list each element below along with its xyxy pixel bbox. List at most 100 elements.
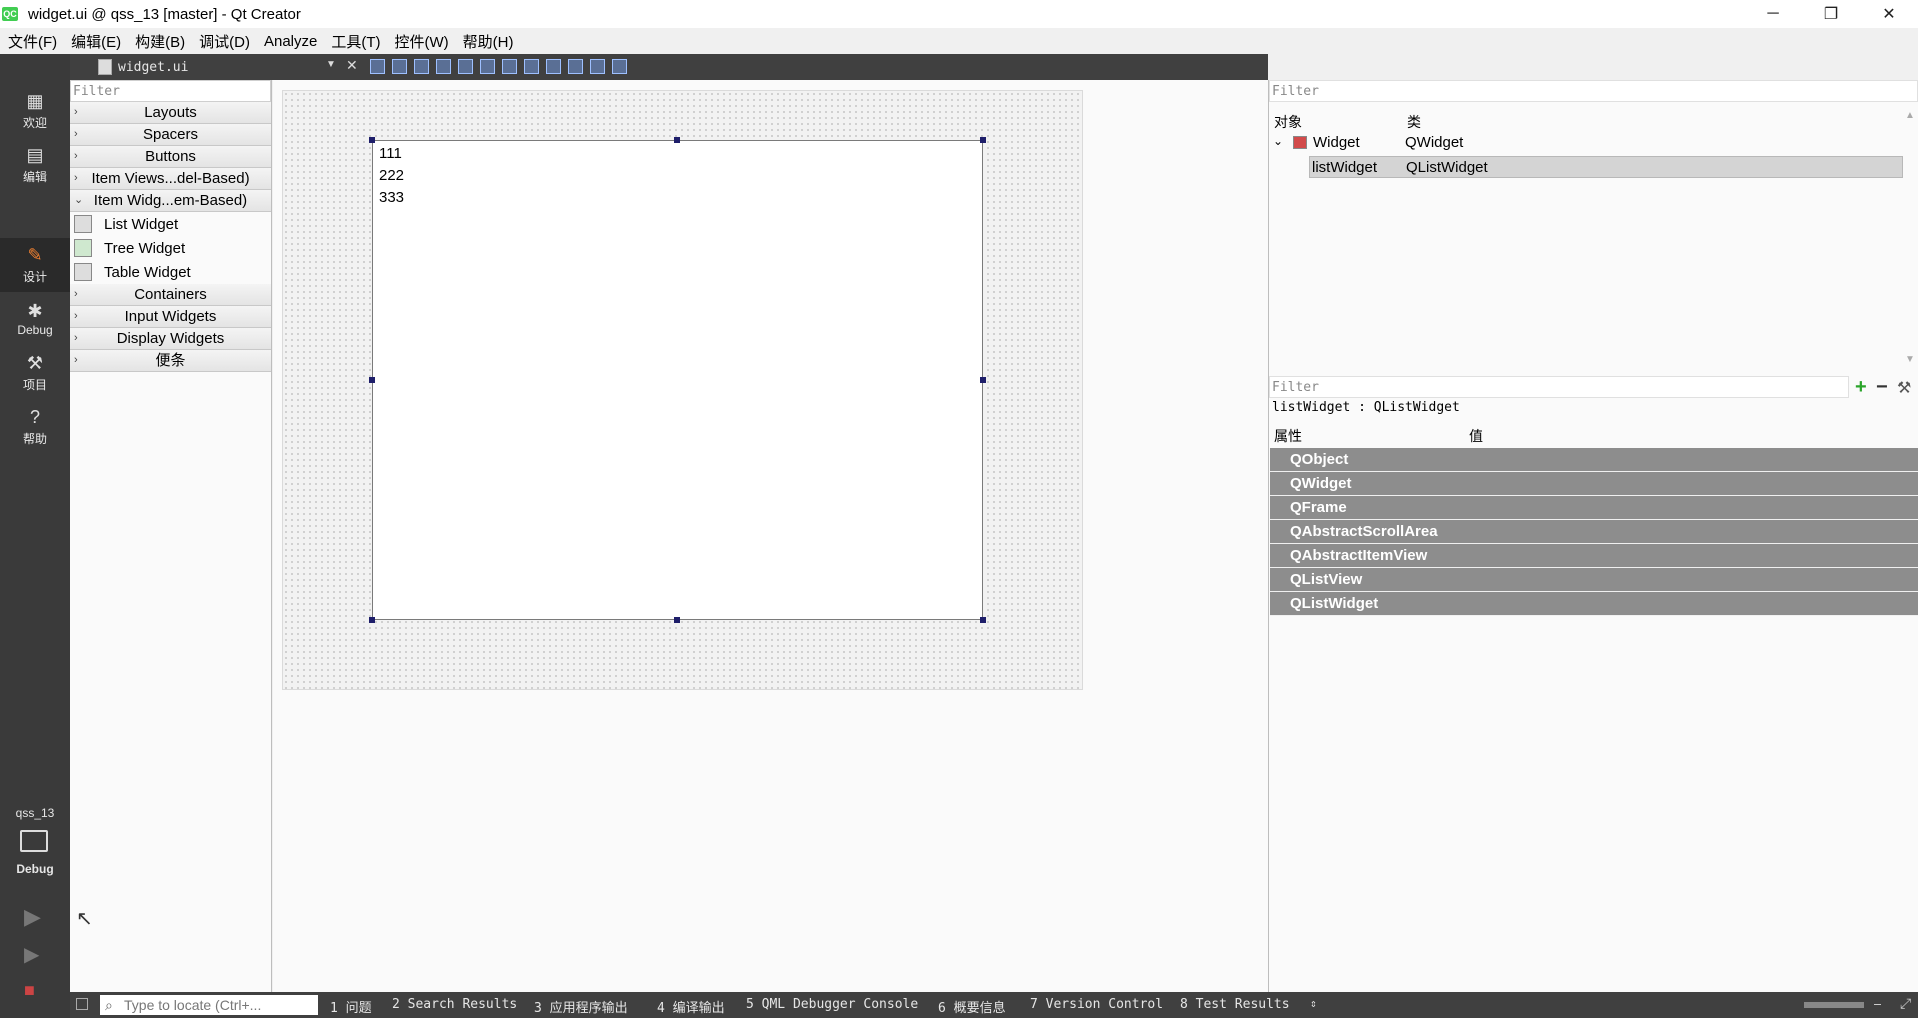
output-tab-search[interactable]: 2 Search Results: [392, 997, 517, 1012]
mode-design[interactable]: ✎ 设计: [0, 238, 70, 292]
debug-run-icon[interactable]: ▶: [24, 942, 39, 967]
resize-handle[interactable]: [369, 137, 375, 143]
list-item[interactable]: 111: [379, 145, 402, 162]
adjust-size-icon[interactable]: [612, 59, 627, 74]
output-tab-qml-console[interactable]: 5 QML Debugger Console: [746, 997, 918, 1012]
category-item-views[interactable]: › Item Views...del-Based): [70, 168, 271, 190]
layout-form-icon[interactable]: [546, 59, 561, 74]
mode-help[interactable]: ? 帮助: [0, 400, 70, 454]
mode-projects[interactable]: ⚒ 项目: [0, 346, 70, 400]
category-containers[interactable]: › Containers: [70, 284, 271, 306]
close-button[interactable]: ✕: [1860, 0, 1918, 28]
object-filter-input[interactable]: Filter: [1269, 80, 1918, 102]
expand-icon[interactable]: ⤢: [1900, 995, 1911, 1012]
resize-handle[interactable]: [674, 137, 680, 143]
property-editor: Filter + − ⚒ listWidget : QListWidget 属性…: [1268, 376, 1918, 992]
category-input-widgets[interactable]: › Input Widgets: [70, 306, 271, 328]
output-tab-general[interactable]: 6 概要信息: [938, 997, 1006, 1016]
menu-edit[interactable]: 编辑(E): [71, 31, 121, 52]
category-display-widgets[interactable]: › Display Widgets: [70, 328, 271, 350]
break-layout-icon[interactable]: [590, 59, 605, 74]
category-notes[interactable]: › 便条: [70, 350, 271, 372]
layout-splitter-v-icon[interactable]: [524, 59, 539, 74]
scroll-down-icon[interactable]: ▼: [1905, 354, 1915, 365]
column-class[interactable]: 类: [1407, 112, 1421, 132]
add-property-icon[interactable]: +: [1855, 376, 1867, 399]
prop-group-qlistwidget[interactable]: QListWidget: [1270, 592, 1918, 616]
category-item-widgets[interactable]: ⌄ Item Widg...em-Based): [70, 190, 271, 212]
widget-object-icon: [1293, 136, 1307, 149]
layout-vertical-icon[interactable]: [480, 59, 495, 74]
run-icon[interactable]: ▶: [24, 904, 41, 930]
edit-widgets-icon[interactable]: [370, 59, 385, 74]
remove-property-icon[interactable]: −: [1876, 376, 1888, 399]
resize-handle[interactable]: [674, 617, 680, 623]
widget-filter-input[interactable]: Filter: [70, 80, 271, 102]
column-object[interactable]: 对象: [1274, 112, 1302, 132]
mode-edit[interactable]: ▤ 编辑: [0, 138, 70, 192]
output-tab-issues[interactable]: 1 问题: [330, 997, 372, 1016]
mode-debug[interactable]: ✱ Debug: [0, 292, 70, 346]
configure-wrench-icon[interactable]: ⚒: [1897, 378, 1911, 398]
scroll-up-icon[interactable]: ▲: [1905, 110, 1915, 121]
layout-horizontal-icon[interactable]: [458, 59, 473, 74]
resize-handle[interactable]: [980, 137, 986, 143]
edit-buddies-icon[interactable]: [414, 59, 429, 74]
prop-group-qobject[interactable]: QObject: [1270, 448, 1918, 472]
menu-tools[interactable]: 工具(T): [331, 31, 380, 52]
close-file-icon[interactable]: ✕: [346, 57, 358, 74]
tree-row-listwidget[interactable]: listWidget QListWidget: [1309, 156, 1903, 178]
menu-file[interactable]: 文件(F): [8, 31, 57, 52]
resize-handle[interactable]: [369, 617, 375, 623]
edit-tab-order-icon[interactable]: [436, 59, 451, 74]
prop-group-qabstractitemview[interactable]: QAbstractItemView: [1270, 544, 1918, 568]
resize-handle[interactable]: [980, 377, 986, 383]
widget-table-widget[interactable]: Table Widget: [70, 260, 271, 284]
column-value[interactable]: 值: [1469, 426, 1483, 446]
prop-group-qlistview[interactable]: QListView: [1270, 568, 1918, 592]
open-file-combo[interactable]: widget.ui: [118, 60, 188, 75]
widget-list-widget[interactable]: List Widget: [70, 212, 271, 236]
resize-handle[interactable]: [980, 617, 986, 623]
prop-group-qframe[interactable]: QFrame: [1270, 496, 1918, 520]
search-icon: ⌕: [105, 997, 113, 1013]
output-tab-test-results[interactable]: 8 Test Results: [1180, 997, 1290, 1012]
category-label: 便条: [155, 352, 186, 369]
edit-signals-icon[interactable]: [392, 59, 407, 74]
list-item[interactable]: 222: [379, 167, 404, 184]
output-tab-version-control[interactable]: 7 Version Control: [1030, 997, 1163, 1012]
output-tab-app-output[interactable]: 3 应用程序输出: [534, 997, 628, 1016]
menu-analyze[interactable]: Analyze: [264, 33, 317, 50]
combo-arrow-icon[interactable]: ▼: [326, 59, 336, 70]
menu-debug[interactable]: 调试(D): [199, 31, 250, 52]
menu-widgets[interactable]: 控件(W): [395, 31, 449, 52]
menu-build[interactable]: 构建(B): [135, 31, 185, 52]
widget-tree-widget[interactable]: Tree Widget: [70, 236, 271, 260]
output-pane-icon[interactable]: ⎯: [1874, 995, 1881, 1012]
layout-splitter-h-icon[interactable]: [502, 59, 517, 74]
menu-help[interactable]: 帮助(H): [463, 31, 514, 52]
layout-grid-icon[interactable]: [568, 59, 583, 74]
more-tabs-icon[interactable]: ⇕: [1310, 997, 1317, 1010]
build-icon[interactable]: ■: [24, 980, 35, 1001]
locator-input[interactable]: ⌕ Type to locate (Ctrl+...: [100, 995, 318, 1015]
list-widget[interactable]: 111 222 333: [372, 140, 983, 620]
category-spacers[interactable]: › Spacers: [70, 124, 271, 146]
tree-row-widget[interactable]: ⌄ Widget QWidget: [1269, 132, 1903, 154]
restore-button[interactable]: ❐: [1802, 0, 1860, 28]
category-layouts[interactable]: › Layouts: [70, 102, 271, 124]
object-scrollbar[interactable]: ▲ ▼: [1905, 110, 1917, 368]
prop-group-qabstractscrollarea[interactable]: QAbstractScrollArea: [1270, 520, 1918, 544]
list-item[interactable]: 333: [379, 189, 404, 206]
mode-welcome[interactable]: ▦ 欢迎: [0, 84, 70, 138]
resize-handle[interactable]: [369, 377, 375, 383]
output-tab-compile[interactable]: 4 编译输出: [657, 997, 725, 1016]
category-buttons[interactable]: › Buttons: [70, 146, 271, 168]
column-property[interactable]: 属性: [1274, 426, 1302, 446]
minimize-button[interactable]: ─: [1744, 0, 1802, 28]
monitor-icon[interactable]: [20, 830, 48, 852]
widget-box: Filter › Layouts › Spacers › Buttons › Item …: [70, 80, 272, 992]
property-filter-input[interactable]: Filter: [1269, 376, 1849, 398]
toggle-sidebar-icon[interactable]: [76, 998, 88, 1010]
prop-group-qwidget[interactable]: QWidget: [1270, 472, 1918, 496]
